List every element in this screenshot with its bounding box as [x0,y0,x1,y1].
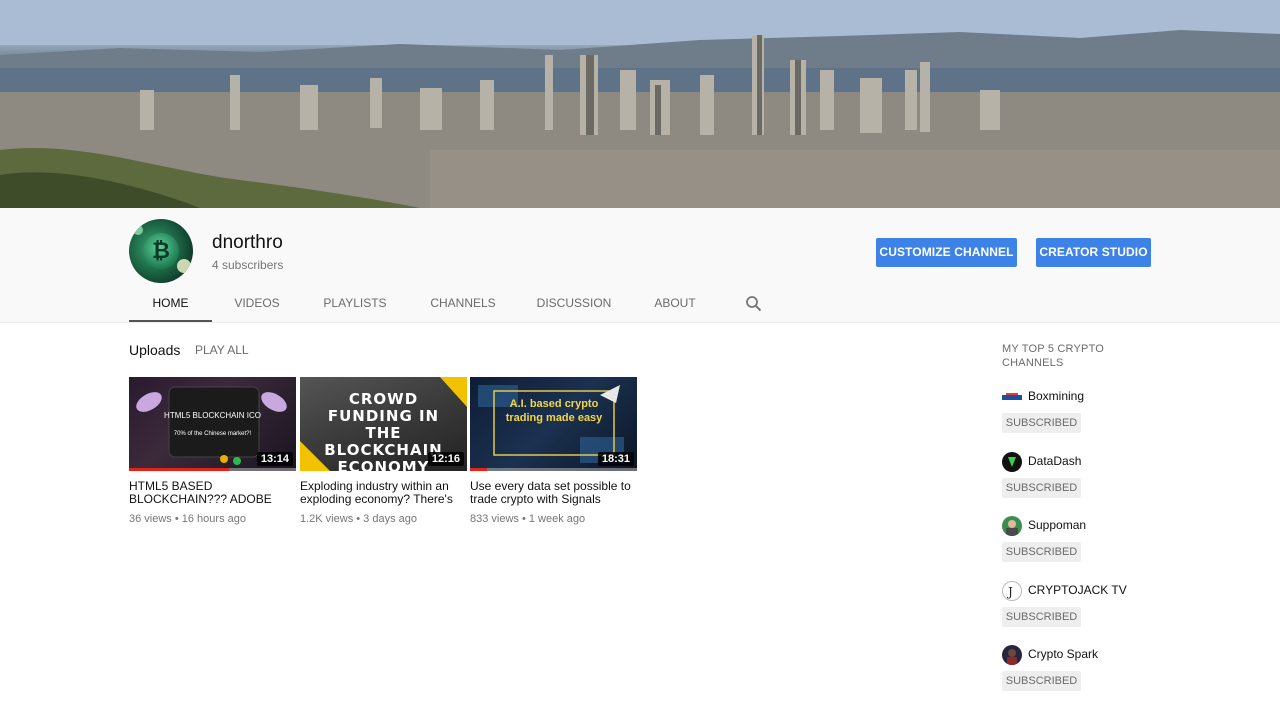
video-title[interactable]: HTML5 BASED BLOCKCHAIN??? ADOBE [129,480,296,506]
thumbnail-text: HTML5 BLOCKCHAIN ICO [164,411,261,420]
channel-icon[interactable] [1002,452,1022,472]
creator-studio-button[interactable]: CREATOR STUDIO [1036,238,1151,267]
search-icon[interactable] [745,295,763,313]
video-thumbnail[interactable]: CROWD FUNDING IN THE BLOCKCHAIN ECONOMY … [300,377,467,471]
video-duration: 12:16 [427,452,464,466]
video-meta: 833 views • 1 week ago [470,513,586,525]
channel-header: ₿ dnorthro 4 subscribers CUSTOMIZE CHANN… [0,208,1280,323]
svg-text:J: J [1006,585,1013,599]
subscriber-count: 4 subscribers [212,258,284,272]
thumbnail-text: A.I. based crypto trading made easy [505,398,603,424]
channel-name-link[interactable]: DataDash [1028,454,1081,468]
tab-videos[interactable]: VIDEOS [225,288,289,322]
video-meta: 1.2K views • 3 days ago [300,513,417,525]
tab-playlists[interactable]: PLAYLISTS [316,288,394,322]
featured-channels-title: MY TOP 5 CRYPTO CHANNELS [1002,343,1105,369]
tab-discussion[interactable]: DISCUSSION [531,288,617,322]
video-card[interactable]: CROWD FUNDING IN THE BLOCKCHAIN ECONOMY … [300,377,467,525]
subscribed-button[interactable]: SUBSCRIBED [1002,413,1081,433]
video-title[interactable]: Exploding industry within an exploding e… [300,480,467,506]
tab-channels[interactable]: CHANNELS [423,288,503,322]
subscribed-button[interactable]: SUBSCRIBED [1002,607,1081,627]
subscribed-button[interactable]: SUBSCRIBED [1002,542,1081,562]
video-thumbnail[interactable]: HTML5 BLOCKCHAIN ICO 70% of the Chinese … [129,377,296,471]
play-all-link[interactable]: PLAY ALL [195,343,249,357]
channel-name-link[interactable]: CRYPTOJACK TV [1028,583,1127,597]
channel-name-link[interactable]: Boxmining [1028,389,1084,403]
video-card[interactable]: HTML5 BLOCKCHAIN ICO 70% of the Chinese … [129,377,296,525]
video-card[interactable]: A.I. based crypto trading made easy 18:3… [470,377,637,525]
channel-name-link[interactable]: Crypto Spark [1028,647,1098,661]
subscribed-button[interactable]: SUBSCRIBED [1002,478,1081,498]
channel-icon[interactable] [1002,516,1022,536]
city-skyline-image [0,0,1280,208]
watch-progress-bar [470,468,487,471]
video-meta: 36 views • 16 hours ago [129,513,246,525]
tab-home[interactable]: HOME [129,288,212,322]
subscribed-button[interactable]: SUBSCRIBED [1002,671,1081,691]
watch-progress-bar [129,468,230,471]
channel-name: dnorthro [212,232,283,253]
channel-icon[interactable]: J [1002,581,1022,601]
channel-icon[interactable] [1002,387,1022,407]
channel-icon[interactable] [1002,645,1022,665]
uploads-heading[interactable]: Uploads [129,342,180,358]
tab-about[interactable]: ABOUT [649,288,701,322]
channel-avatar[interactable]: ₿ [129,219,193,283]
video-duration: 18:31 [597,452,634,466]
customize-channel-button[interactable]: CUSTOMIZE CHANNEL [876,238,1017,267]
video-duration: 13:14 [256,452,293,466]
thumbnail-subtext: 70% of the Chinese market?! [173,431,252,437]
channel-banner [0,0,1280,208]
channel-name-link[interactable]: Suppoman [1028,518,1086,532]
video-title[interactable]: Use every data set possible to trade cry… [470,480,637,506]
video-thumbnail[interactable]: A.I. based crypto trading made easy 18:3… [470,377,637,471]
